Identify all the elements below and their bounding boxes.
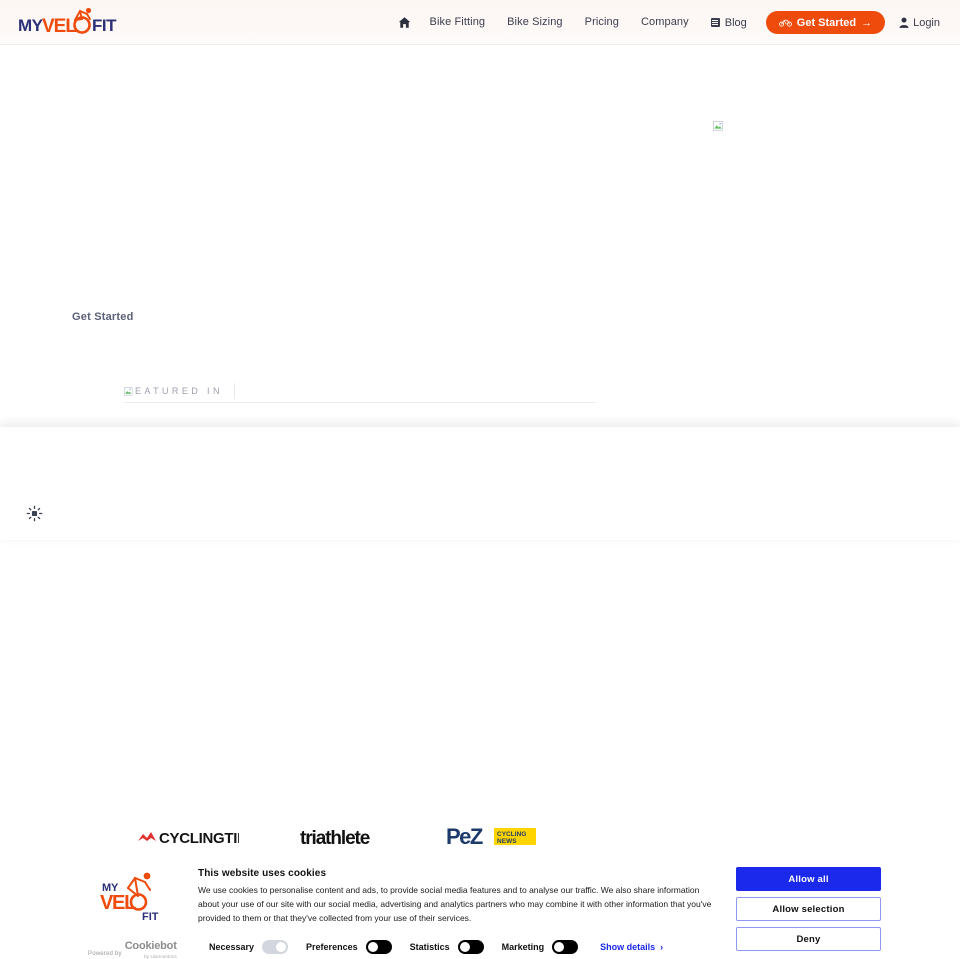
- cookie-banner-text: We use cookies to personalise content an…: [198, 885, 712, 923]
- blog-icon: [710, 18, 720, 27]
- switch-knob: [459, 942, 470, 952]
- hero-section: Get Started EATURED IN CYCLINGTIPS triat…: [0, 45, 960, 849]
- nav-get-started-button[interactable]: Get Started →: [765, 11, 886, 34]
- get-started-arrow: →: [861, 16, 873, 29]
- nav-home-button[interactable]: [392, 0, 419, 45]
- pez-logo-text: PeZ: [446, 825, 483, 849]
- nav-item-company[interactable]: Company: [630, 0, 700, 45]
- triathlete-logo-text: triathlete: [300, 828, 370, 849]
- toggle-necessary-label: Necessary: [209, 942, 255, 952]
- cookie-banner-logo: MY VEL FIT: [100, 868, 172, 925]
- bicycle-icon: [778, 19, 792, 27]
- featured-in-label: EATURED IN: [135, 386, 223, 396]
- cookiebot-sub: by Usercentrics: [144, 953, 177, 959]
- toggle-necessary-switch[interactable]: [262, 940, 289, 954]
- sun-icon: [26, 505, 43, 522]
- show-details-link[interactable]: Show details ›: [600, 942, 663, 952]
- main-navigation: Bike Fitting Bike Sizing Pricing Company…: [392, 0, 950, 45]
- site-logo[interactable]: MY VEL FIT: [18, 7, 128, 37]
- logo-velo-text: VEL: [42, 16, 77, 37]
- hero-get-started-link[interactable]: Get Started: [72, 311, 134, 323]
- featured-vertical-divider: [234, 383, 235, 399]
- user-icon: [899, 17, 909, 28]
- theme-toggle-button[interactable]: [26, 505, 43, 522]
- cb-logo-cyclist-head: [143, 872, 151, 880]
- cookie-banner-buttons: Allow all Allow selection Deny: [736, 867, 881, 957]
- switch-knob: [276, 942, 287, 952]
- toggle-preferences-switch[interactable]: [365, 940, 392, 954]
- logo-my-text: MY: [18, 16, 44, 35]
- login-label: Login: [913, 16, 940, 29]
- pez-cycling-news-logo[interactable]: PeZ CYCLING NEWS: [446, 824, 538, 854]
- cookie-banner-title: This website uses cookies: [198, 868, 327, 879]
- allow-selection-button[interactable]: Allow selection: [736, 897, 881, 921]
- cookie-consent-banner: MY VEL FIT This website uses cookies We …: [0, 427, 960, 959]
- pez-logo-icon: PeZ CYCLING NEWS: [446, 824, 536, 849]
- nav-blog-label: Blog: [724, 16, 747, 29]
- myvelofit-logo-icon: MY VEL FIT: [18, 7, 118, 37]
- powered-by-label: Powered by: [88, 950, 122, 957]
- nav-item-pricing[interactable]: Pricing: [574, 0, 630, 45]
- cyclingtips-logo-icon: CYCLINGTIPS: [138, 830, 257, 847]
- featured-horizontal-rule: [124, 402, 596, 403]
- toggle-preferences-label: Preferences: [306, 942, 358, 952]
- toggle-statistics: Statistics: [410, 940, 484, 954]
- logo-cyclist-head: [85, 7, 92, 14]
- cookie-banner-body: This website uses cookies We use cookies…: [198, 868, 718, 925]
- deny-button[interactable]: Deny: [736, 927, 881, 951]
- nav-login-button[interactable]: Login: [893, 17, 950, 29]
- cookie-banner-footer: Powered by Cookiebot by Usercentrics Nec…: [88, 935, 708, 959]
- toggle-statistics-switch[interactable]: [457, 940, 484, 954]
- chevron-right-icon: ›: [660, 942, 664, 952]
- switch-knob: [367, 942, 378, 952]
- toggle-marketing: Marketing: [502, 940, 579, 954]
- nav-item-bike-fitting[interactable]: Bike Fitting: [419, 0, 497, 45]
- get-started-label: Get Started: [796, 16, 857, 29]
- cookiebot-name: Cookiebot: [124, 939, 177, 952]
- cookiebot-brand: Cookiebot by Usercentrics: [125, 936, 177, 959]
- toggle-marketing-switch[interactable]: [552, 940, 579, 954]
- hero-broken-image-icon: [713, 121, 724, 132]
- pez-badge-line1: CYCLING: [497, 831, 526, 838]
- triathlete-logo-icon: triathlete: [300, 828, 371, 849]
- cookiebot-branding[interactable]: Powered by Cookiebot by Usercentrics: [88, 936, 193, 959]
- featured-broken-image-icon: [124, 386, 133, 395]
- logo-fit-text: FIT: [92, 16, 117, 35]
- nav-item-blog[interactable]: Blog: [700, 0, 758, 45]
- toggle-marketing-label: Marketing: [501, 942, 545, 952]
- cyclingtips-logo-text: CYCLINGTIPS: [159, 830, 239, 847]
- home-icon: [398, 17, 410, 28]
- toggle-statistics-label: Statistics: [409, 942, 450, 952]
- site-header: MY VEL FIT Bike Fitting Bike Sizing Pric…: [0, 0, 960, 45]
- switch-knob: [554, 942, 565, 952]
- cyclingtips-logo[interactable]: CYCLINGTIPS: [137, 829, 257, 852]
- show-details-label: Show details: [600, 942, 656, 952]
- pez-badge-line2: NEWS: [497, 838, 517, 845]
- allow-all-button[interactable]: Allow all: [736, 867, 881, 891]
- featured-in-block: EATURED IN: [124, 381, 596, 401]
- triathlete-logo[interactable]: triathlete: [300, 827, 386, 854]
- toggle-preferences: Preferences: [306, 940, 392, 954]
- nav-item-bike-sizing[interactable]: Bike Sizing: [496, 0, 574, 45]
- cb-logo-fit: FIT: [142, 911, 159, 920]
- toggle-necessary: Necessary: [209, 940, 289, 954]
- myvelofit-stacked-logo-icon: MY VEL FIT: [100, 872, 159, 923]
